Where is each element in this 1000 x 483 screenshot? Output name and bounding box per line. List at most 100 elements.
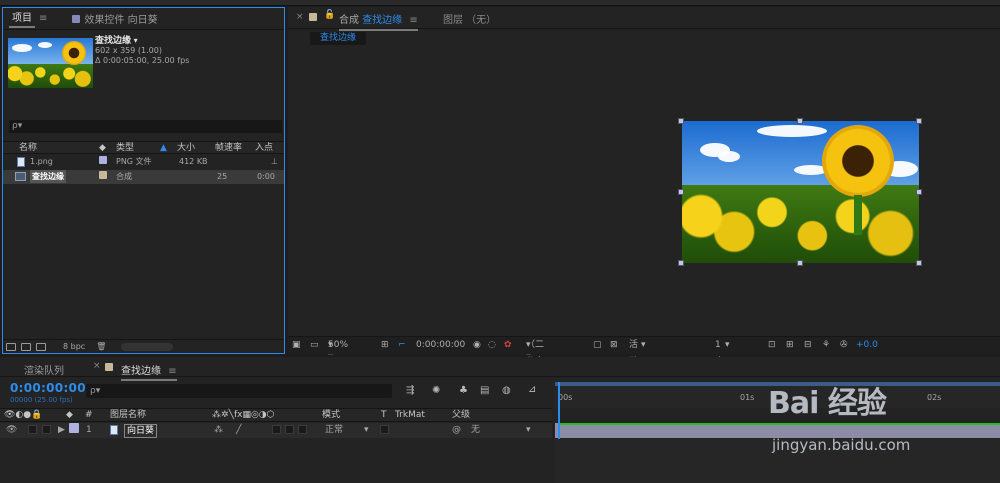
project-tabbar: 项目 ≡ 效果控件 向日葵 — [3, 8, 284, 30]
col-parent: 父级 — [452, 410, 471, 420]
new-folder-icon[interactable] — [21, 342, 31, 351]
pickwhip-icon[interactable]: @ — [452, 423, 461, 438]
row-type: 合成 — [116, 172, 132, 181]
reset-exposure-icon[interactable]: ✇ — [840, 337, 848, 354]
col-name[interactable]: 名称 — [19, 142, 37, 154]
comp-tabbar: × 🔓 合成 查找边缘 ≡ 图层 （无） — [288, 7, 1000, 31]
col-in[interactable]: 入点 — [255, 142, 273, 154]
layer-name[interactable]: 向日葵 — [124, 424, 158, 438]
tab-timeline-comp[interactable]: 查找边缘 ≡ — [121, 362, 177, 381]
project-search-input[interactable]: ρ▾ — [9, 120, 282, 133]
mask-visibility-icon[interactable]: ⌐ — [398, 337, 406, 354]
exposure-value[interactable]: +0.0 — [856, 337, 878, 354]
lock-icon[interactable]: 🔓 — [324, 10, 335, 20]
composition-mini-flowchart-icon[interactable]: ⇶ — [406, 385, 414, 396]
playhead[interactable] — [558, 382, 560, 440]
label-tag-icon[interactable]: ◆ — [99, 142, 106, 154]
label-swatch[interactable] — [99, 155, 107, 169]
color-channel-icon[interactable]: ✿ — [504, 337, 512, 354]
show-snapshot-icon[interactable]: ◌ — [488, 337, 496, 354]
always-preview-icon[interactable]: ▣ — [292, 337, 301, 354]
transform-handle[interactable] — [678, 189, 684, 195]
item-dropdown-icon[interactable]: ▾ — [134, 36, 138, 45]
switch-box[interactable] — [285, 423, 294, 438]
snapshot-icon[interactable]: ◉ — [473, 337, 481, 354]
grid-icon[interactable]: ⊞ — [381, 337, 389, 354]
motion-blur-icon[interactable]: ◍ — [502, 385, 511, 396]
layer-label-swatch[interactable] — [69, 423, 79, 439]
region-of-interest-icon[interactable]: ▢ — [593, 337, 602, 354]
transform-handle[interactable] — [797, 260, 803, 266]
label-swatch[interactable] — [99, 170, 107, 184]
monitor-icon[interactable]: ▭ — [310, 337, 319, 354]
mode-value: 正常 — [325, 425, 344, 435]
zoom-select[interactable]: 50% ▾ — [328, 337, 348, 355]
tab-composition[interactable]: 合成 查找边缘 ≡ — [339, 11, 418, 31]
footer-scrollbar[interactable] — [121, 342, 174, 351]
network-icon: ⊥ — [271, 157, 278, 166]
shy-layers-icon[interactable]: ♣ — [459, 385, 468, 396]
resolution-select[interactable]: （二分之一） ▾ — [526, 337, 544, 384]
close-icon[interactable]: × — [93, 361, 101, 371]
flowchart-icon[interactable]: ⚘ — [822, 337, 830, 354]
project-column-header: 名称 ◆ 类型 ▲ 大小 帧速率 入点 — [3, 141, 284, 154]
timecode-display[interactable]: 0:00:00:00 — [416, 337, 465, 354]
transform-handle[interactable] — [678, 260, 684, 266]
panel-menu-icon[interactable]: ≡ — [168, 366, 176, 377]
close-icon[interactable]: × — [296, 12, 304, 22]
bpc-label[interactable]: 8 bpc — [63, 342, 85, 351]
solo-box[interactable] — [28, 423, 37, 438]
col-layer-name[interactable]: 图层名称 — [110, 409, 146, 422]
png-file-icon — [110, 423, 118, 438]
expand-arrow-icon[interactable]: ▶ — [58, 423, 65, 438]
col-rate[interactable]: 帧速率 — [215, 142, 242, 154]
tab-project[interactable]: 项目 — [9, 9, 35, 28]
project-row[interactable]: 查找边缘 合成 25 0:00 — [3, 170, 284, 184]
current-time-display[interactable]: 0:00:00:00 — [10, 381, 86, 395]
item-info: 查找边缘 ▾ 602 x 359 (1.00) Δ 0:00:05:00, 25… — [95, 36, 189, 66]
panel-menu-icon[interactable]: ≡ — [39, 13, 47, 24]
tab-timeline-comp-label: 查找边缘 — [121, 366, 161, 377]
transform-handle[interactable] — [678, 118, 684, 124]
interpret-footage-icon[interactable] — [6, 342, 16, 351]
comp-viewer-toolbar: ▣ ▭ 50% ▾ ⊞ ⌐ 0:00:00:00 ◉ ◌ ✿ （二分之一） ▾ … — [288, 336, 1000, 418]
comp-breadcrumb[interactable]: 查找边缘 — [310, 32, 367, 45]
item-name: 查找边缘 — [95, 36, 132, 46]
col-type[interactable]: 类型 — [116, 142, 134, 154]
timeline-toggle-icon[interactable]: ⊟ — [804, 337, 812, 354]
fast-preview-icon[interactable]: ⊞ — [786, 337, 794, 354]
switch-box[interactable] — [298, 423, 307, 438]
timeline-search-input[interactable]: ρ▾ — [86, 384, 392, 398]
transparency-grid-icon[interactable]: ⊠ — [610, 337, 618, 354]
shy-switch-icon[interactable]: ⁂ — [214, 423, 223, 438]
panel-menu-icon[interactable]: ≡ — [409, 15, 417, 26]
frame-blending-icon[interactable]: ▤ — [480, 385, 489, 396]
row-rate: 25 — [217, 172, 228, 181]
layer-row[interactable]: 👁 ▶ 1 向日葵 ⁂ ╱ 正常 ▾ @ 无 ▾ — [0, 423, 552, 438]
tab-effects[interactable]: 效果控件 向日葵 — [69, 11, 160, 26]
comp-color-icon — [309, 13, 317, 21]
layer-image[interactable] — [682, 121, 919, 263]
lock-box[interactable] — [42, 423, 51, 438]
delete-icon[interactable]: 🗑 — [96, 342, 106, 351]
transform-handle[interactable] — [797, 118, 803, 124]
project-row[interactable]: 1.png PNG 文件 412 KB ⊥ — [3, 155, 284, 169]
tab-layer[interactable]: 图层 （无） — [443, 11, 496, 26]
trkmat-box[interactable] — [380, 423, 389, 438]
graph-editor-icon[interactable]: ⊿ — [528, 384, 536, 395]
comp-color-icon — [105, 363, 113, 371]
composition-panel: × 🔓 合成 查找边缘 ≡ 图层 （无） 查找边缘 ▣ ▭ 50% ▾ ⊞ ⌐ … — [288, 7, 1000, 418]
transform-handle[interactable] — [916, 118, 922, 124]
tab-render-queue[interactable]: 渲染队列 — [24, 362, 64, 377]
pixel-aspect-icon[interactable]: ⊡ — [768, 337, 776, 354]
new-composition-icon[interactable] — [36, 342, 46, 351]
timeline-tabbar: 渲染队列 × 查找边缘 ≡ — [0, 357, 1000, 381]
quality-switch-icon[interactable]: ╱ — [236, 423, 241, 438]
composition-icon — [15, 170, 26, 184]
eye-icon[interactable]: 👁 — [6, 423, 17, 438]
transform-handle[interactable] — [916, 189, 922, 195]
draft-3d-icon[interactable]: ✺ — [432, 385, 440, 396]
switch-box[interactable] — [272, 423, 281, 438]
transform-handle[interactable] — [916, 260, 922, 266]
col-size[interactable]: 大小 — [177, 142, 195, 154]
